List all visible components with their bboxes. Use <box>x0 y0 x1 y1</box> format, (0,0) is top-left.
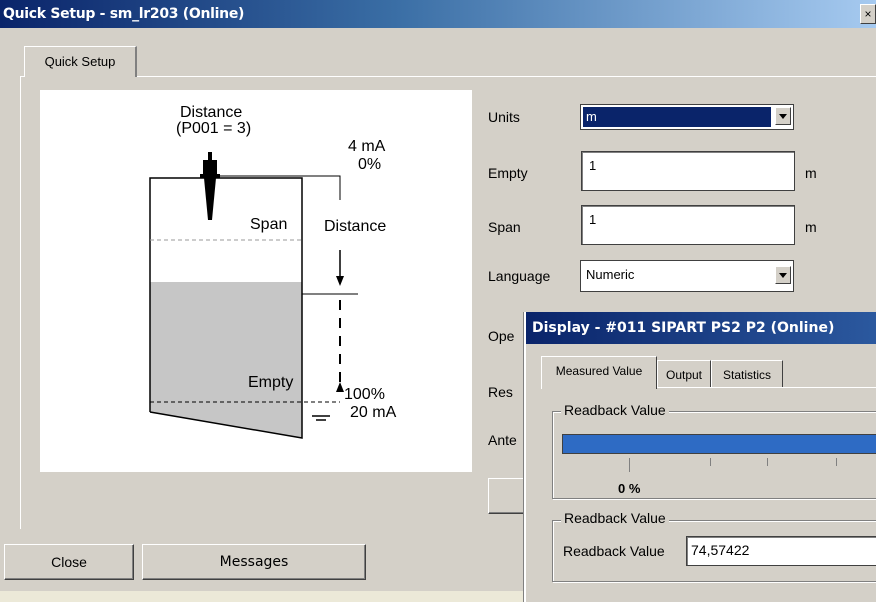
units-select[interactable]: m <box>580 104 794 130</box>
antenna-label: Ante <box>488 432 517 448</box>
span-input[interactable]: 1 <box>581 205 795 245</box>
reference-line <box>220 175 341 200</box>
readback-group-1-label: Readback Value <box>561 402 669 418</box>
bottom-pct: 100% <box>344 386 385 403</box>
language-value: Numeric <box>586 267 635 282</box>
readback-value-field[interactable]: 74,57422 <box>686 536 876 566</box>
distance-arrow-head <box>336 276 344 286</box>
bottom-ma: 20 mA <box>350 404 397 421</box>
sensor-stem <box>208 152 212 160</box>
tank-illustration <box>149 152 358 439</box>
empty-arrow-head <box>336 382 344 392</box>
readback-value-label: Readback Value <box>563 543 665 559</box>
distance-param: (P001 = 3) <box>176 120 252 137</box>
units-label: Units <box>488 109 520 125</box>
top-ma: 4 mA <box>348 138 386 155</box>
operation-label: Ope <box>488 328 515 344</box>
span-field-label: Span <box>488 219 521 235</box>
empty-unit: m <box>805 165 817 181</box>
empty-input[interactable]: 1 <box>581 151 795 191</box>
language-select[interactable]: Numeric <box>580 260 794 292</box>
top-pct: 0% <box>358 156 382 173</box>
empty-label: Empty <box>248 374 294 391</box>
language-label: Language <box>488 268 551 284</box>
tab-quick-setup[interactable]: Quick Setup <box>24 46 137 77</box>
readback-group-2-label: Readback Value <box>561 510 669 526</box>
sensor-body <box>203 160 217 174</box>
tab-output[interactable]: Output <box>657 360 711 387</box>
chevron-down-icon[interactable] <box>775 266 791 284</box>
units-value: m <box>583 107 771 127</box>
distance-label: Distance <box>324 218 387 235</box>
bar-zero-label: 0 % <box>618 481 641 496</box>
empty-field-label: Empty <box>488 165 528 181</box>
sensor-horn <box>204 178 216 220</box>
messages-button[interactable]: Messages <box>142 544 366 580</box>
bar-tick <box>710 458 711 466</box>
readback-progress-bar <box>562 434 876 454</box>
span-label: Span <box>250 216 288 233</box>
tab-measured-value[interactable]: Measured Value <box>541 356 657 389</box>
span-input-value: 1 <box>589 212 597 227</box>
bar-tick <box>836 458 837 466</box>
bar-tick <box>767 458 768 466</box>
close-button[interactable]: Close <box>4 544 134 580</box>
bar-tick-zero <box>629 458 630 472</box>
readback-value: 74,57422 <box>691 542 750 558</box>
sensor-flange <box>200 174 220 178</box>
display-window-title: Display - #011 SIPART PS2 P2 (Online) <box>532 320 835 336</box>
response-label: Res <box>488 384 513 400</box>
tank-diagram: Distance (P001 = 3) 4 mA 0% Span Distanc… <box>40 90 472 472</box>
tank-fill <box>150 282 302 438</box>
title-bar[interactable]: Quick Setup - sm_lr203 (Online) × <box>0 0 876 28</box>
close-icon[interactable]: × <box>860 4 876 24</box>
chevron-down-icon[interactable] <box>775 107 791 125</box>
tab-statistics[interactable]: Statistics <box>711 360 783 387</box>
display-title-bar[interactable]: Display - #011 SIPART PS2 P2 (Online) <box>526 312 876 344</box>
window-title: Quick Setup - sm_lr203 (Online) <box>3 6 245 22</box>
empty-input-value: 1 <box>589 158 597 173</box>
span-unit: m <box>805 219 817 235</box>
readback-group-1 <box>552 411 876 499</box>
